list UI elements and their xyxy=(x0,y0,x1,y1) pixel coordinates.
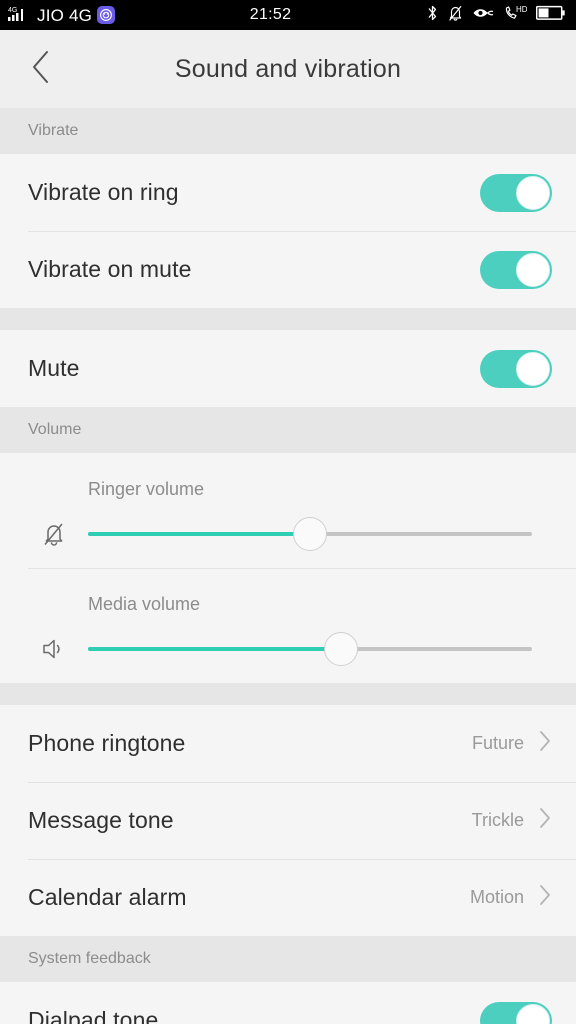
toggle-vibrate-on-ring[interactable] xyxy=(480,173,552,212)
group-tones: Phone ringtone Future Message tone Trick… xyxy=(0,705,576,936)
row-phone-ringtone[interactable]: Phone ringtone Future xyxy=(0,705,576,782)
chevron-right-icon xyxy=(538,883,552,912)
row-label: Vibrate on mute xyxy=(28,256,192,282)
toggle-vibrate-on-mute[interactable] xyxy=(480,250,552,289)
status-bar: 4G JIO 4G 21:52 HD xyxy=(0,0,576,30)
section-header-vibrate: Vibrate xyxy=(0,108,576,154)
chevron-right-icon xyxy=(538,729,552,758)
svg-text:HD: HD xyxy=(516,5,527,14)
group-volume: Ringer volume Media volume xyxy=(0,453,576,683)
toggle-knob xyxy=(516,175,550,210)
row-label: Phone ringtone xyxy=(28,730,186,756)
row-mute[interactable]: Mute xyxy=(0,330,576,407)
section-header-system-feedback: System feedback xyxy=(0,936,576,982)
slider-title: Ringer volume xyxy=(88,479,205,499)
row-dialpad-tone[interactable]: Dialpad tone xyxy=(0,982,576,1024)
toggle-knob xyxy=(516,351,550,386)
bell-muted-icon xyxy=(448,4,463,27)
row-label: Calendar alarm xyxy=(28,884,187,910)
group-vibrate: Vibrate on ring Vibrate on mute xyxy=(0,154,576,308)
status-bar-center: 21:52 xyxy=(115,6,426,24)
slider-thumb[interactable] xyxy=(324,632,359,666)
section-divider xyxy=(0,308,576,330)
slider-row xyxy=(0,500,576,568)
row-value: Future xyxy=(471,733,524,753)
row-vibrate-on-ring[interactable]: Vibrate on ring xyxy=(0,154,576,231)
status-bar-left: 4G JIO 4G xyxy=(8,5,116,25)
slider-row xyxy=(0,615,576,683)
bell-muted-icon xyxy=(34,519,74,549)
row-value: Trickle xyxy=(471,810,524,830)
svg-text:4G: 4G xyxy=(8,7,17,14)
slider-thumb[interactable] xyxy=(293,517,327,551)
chevron-right-icon xyxy=(538,806,552,835)
row-label: Dialpad tone xyxy=(28,1007,159,1024)
row-label: Vibrate on ring xyxy=(28,179,179,205)
row-calendar-alarm[interactable]: Calendar alarm Motion xyxy=(0,859,576,936)
section-header-volume: Volume xyxy=(0,407,576,453)
group-system-feedback: Dialpad tone xyxy=(0,982,576,1024)
slider-title: Media volume xyxy=(88,594,201,614)
signal-4g-icon: 4G xyxy=(8,5,32,25)
status-bar-right: HD xyxy=(426,4,566,27)
slider-block-ringer-volume: Ringer volume xyxy=(0,453,576,568)
carrier-label: JIO 4G xyxy=(37,5,93,25)
row-value: Motion xyxy=(469,887,524,907)
status-bar-clock: 21:52 xyxy=(249,6,292,23)
toggle-knob xyxy=(516,1003,550,1024)
slider-fill xyxy=(88,647,342,651)
battery-icon xyxy=(535,5,566,26)
row-label: Mute xyxy=(28,355,80,381)
toggle-mute[interactable] xyxy=(480,349,552,388)
jio-app-badge-icon xyxy=(97,6,116,24)
toggle-dialpad-tone[interactable] xyxy=(480,1001,552,1024)
row-label: Message tone xyxy=(28,807,174,833)
group-mute: Mute xyxy=(0,330,576,407)
row-message-tone[interactable]: Message tone Trickle xyxy=(0,782,576,859)
hd-call-icon: HD xyxy=(503,4,528,27)
slider-fill xyxy=(88,532,310,536)
page-title: Sound and vibration xyxy=(174,54,402,83)
slider-block-media-volume: Media volume xyxy=(0,568,576,683)
ringer-volume-slider[interactable] xyxy=(88,514,532,554)
back-chevron-icon xyxy=(30,49,52,90)
media-volume-slider[interactable] xyxy=(88,629,532,669)
back-button[interactable] xyxy=(18,46,64,92)
app-header: Sound and vibration xyxy=(0,30,576,108)
section-divider xyxy=(0,683,576,705)
speaker-icon xyxy=(34,635,74,663)
eye-care-icon xyxy=(472,6,494,25)
toggle-knob xyxy=(516,252,550,287)
row-vibrate-on-mute[interactable]: Vibrate on mute xyxy=(0,231,576,308)
bluetooth-icon xyxy=(426,4,439,27)
